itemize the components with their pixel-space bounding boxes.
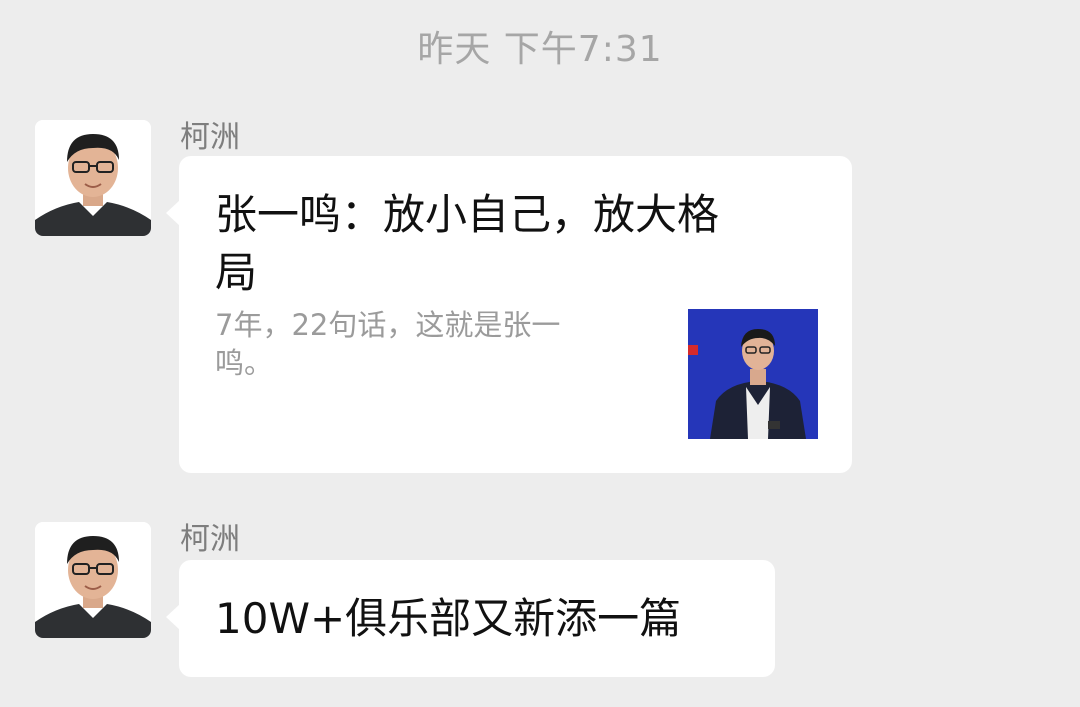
link-card-thumbnail	[688, 309, 818, 439]
chat-timestamp: 昨天 下午7:31	[417, 29, 663, 70]
link-card-title: 张一鸣：放小自己，放大格局	[215, 190, 720, 297]
sender-name: 柯洲	[180, 522, 240, 557]
message-text: 10W+俱乐部又新添一篇	[215, 594, 682, 643]
sender-avatar[interactable]	[35, 522, 151, 638]
sender-name: 柯洲	[180, 120, 240, 155]
sender-avatar[interactable]	[35, 120, 151, 236]
link-card-message[interactable]: 张一鸣：放小自己，放大格局 7年，22句话，这就是张一鸣。	[166, 156, 852, 473]
text-message[interactable]: 10W+俱乐部又新添一篇	[166, 560, 775, 677]
link-card-description: 7年，22句话，这就是张一鸣。	[215, 308, 561, 380]
